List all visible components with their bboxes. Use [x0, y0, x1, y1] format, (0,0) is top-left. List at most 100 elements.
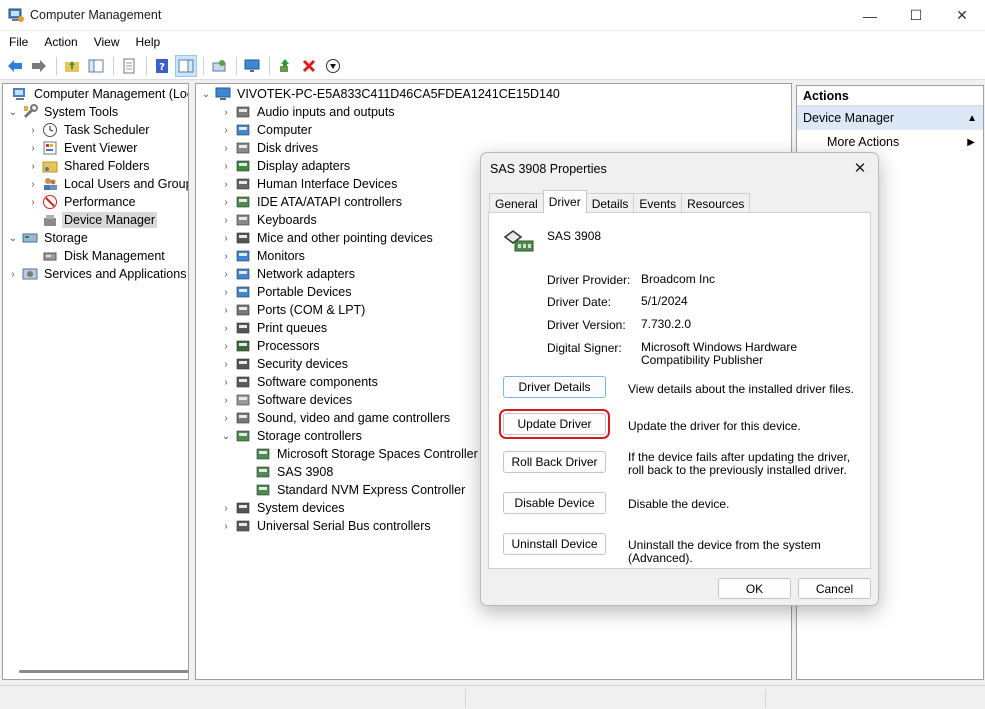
device-category-item[interactable]: › Keyboards	[220, 211, 319, 229]
tab-resources[interactable]: Resources	[681, 193, 751, 213]
menu-file[interactable]: File	[0, 35, 35, 49]
chevron-right-icon[interactable]: ›	[27, 139, 39, 157]
tab-events[interactable]: Events	[633, 193, 683, 213]
uninstall-toolbar-button[interactable]	[298, 55, 320, 77]
storage-controller-item[interactable]: Standard NVM Express Controller	[240, 481, 467, 499]
update-driver-toolbar-button[interactable]	[274, 55, 296, 77]
menu-help[interactable]: Help	[127, 35, 168, 49]
scan-hardware-button[interactable]	[208, 55, 230, 77]
cancel-button[interactable]: Cancel	[798, 578, 871, 599]
device-category-item[interactable]: › System devices	[220, 499, 347, 517]
horizontal-scrollbar[interactable]	[19, 670, 188, 673]
actions-device-manager-section[interactable]: Device Manager ▲	[797, 106, 983, 130]
show-hide-tree-button[interactable]	[85, 55, 107, 77]
update-driver-button[interactable]: Update Driver	[499, 409, 610, 439]
device-category-item[interactable]: › Software components	[220, 373, 380, 391]
device-category-item[interactable]: › Software devices	[220, 391, 354, 409]
forward-button[interactable]	[28, 55, 50, 77]
enable-device-button[interactable]	[322, 55, 344, 77]
tree-performance[interactable]: › Performance	[27, 193, 138, 211]
close-window-button[interactable]: ✕	[939, 0, 985, 31]
tree-system-tools[interactable]: ⌄ System Tools	[7, 103, 120, 121]
tree-disk-management[interactable]: Disk Management	[27, 247, 167, 265]
chevron-right-icon[interactable]: ›	[220, 517, 232, 535]
device-category-item[interactable]: › Computer	[220, 121, 314, 139]
chevron-right-icon[interactable]: ›	[220, 409, 232, 427]
device-category-item[interactable]: › Universal Serial Bus controllers	[220, 517, 433, 535]
device-category-item[interactable]: ⌄ Storage controllers	[220, 427, 364, 445]
chevron-right-icon[interactable]: ›	[27, 193, 39, 211]
chevron-right-icon[interactable]: ›	[220, 103, 232, 121]
chevron-right-icon[interactable]: ›	[220, 301, 232, 319]
uninstall-device-button[interactable]: Uninstall Device	[503, 533, 606, 555]
tree-event-viewer[interactable]: › Event Viewer	[27, 139, 139, 157]
device-category-item[interactable]: › Mice and other pointing devices	[220, 229, 435, 247]
tab-general[interactable]: General	[489, 193, 544, 213]
device-category-item[interactable]: › Ports (COM & LPT)	[220, 301, 367, 319]
chevron-right-icon[interactable]: ›	[220, 139, 232, 157]
roll-back-driver-button[interactable]: Roll Back Driver	[503, 451, 606, 473]
chevron-right-icon[interactable]: ›	[220, 499, 232, 517]
menu-view[interactable]: View	[85, 35, 127, 49]
tree-shared-folders[interactable]: › Shared Folders	[27, 157, 151, 175]
chevron-right-icon[interactable]: ›	[220, 175, 232, 193]
device-category-item[interactable]: › IDE ATA/ATAPI controllers	[220, 193, 404, 211]
menu-action[interactable]: Action	[35, 35, 84, 49]
device-category-item[interactable]: › Print queues	[220, 319, 329, 337]
chevron-right-icon[interactable]: ›	[220, 337, 232, 355]
monitor-button[interactable]	[241, 55, 263, 77]
device-category-item[interactable]: › Portable Devices	[220, 283, 354, 301]
storage-controller-item[interactable]: Microsoft Storage Spaces Controller	[240, 445, 480, 463]
device-category-item[interactable]: › Display adapters	[220, 157, 352, 175]
help-button[interactable]: ?	[151, 55, 173, 77]
chevron-right-icon[interactable]: ›	[220, 157, 232, 175]
chevron-right-icon[interactable]: ›	[220, 373, 232, 391]
chevron-right-icon[interactable]: ›	[27, 121, 39, 139]
tree-services-apps[interactable]: › Services and Applications	[7, 265, 188, 283]
driver-details-button[interactable]: Driver Details	[503, 376, 606, 398]
disable-device-button[interactable]: Disable Device	[503, 492, 606, 514]
chevron-right-icon[interactable]: ›	[220, 211, 232, 229]
tree-storage[interactable]: ⌄ Storage	[7, 229, 90, 247]
chevron-right-icon[interactable]: ›	[220, 319, 232, 337]
chevron-right-icon[interactable]: ›	[220, 355, 232, 373]
up-folder-button[interactable]	[61, 55, 83, 77]
chevron-down-icon[interactable]: ⌄	[7, 103, 19, 121]
chevron-right-icon[interactable]: ›	[220, 247, 232, 265]
chevron-down-icon[interactable]: ⌄	[220, 427, 232, 445]
device-tree-root[interactable]: ⌄ VIVOTEK-PC-E5A833C411D46CA5FDEA1241CE1…	[200, 85, 562, 103]
tree-root[interactable]: Computer Management (Local	[3, 85, 188, 103]
device-category-item[interactable]: › Processors	[220, 337, 322, 355]
device-category-item[interactable]: › Disk drives	[220, 139, 320, 157]
collapse-up-icon[interactable]: ▲	[967, 113, 977, 124]
tab-driver[interactable]: Driver	[542, 190, 587, 213]
show-action-pane-button[interactable]	[175, 55, 197, 77]
chevron-right-icon[interactable]: ›	[220, 283, 232, 301]
chevron-down-icon[interactable]: ⌄	[7, 229, 19, 247]
storage-controller-item[interactable]: SAS 3908	[240, 463, 335, 481]
dialog-close-icon[interactable]: ✕	[850, 158, 870, 178]
device-category-item[interactable]: › Security devices	[220, 355, 350, 373]
tree-device-manager[interactable]: Device Manager	[27, 211, 158, 229]
device-category-item[interactable]: › Sound, video and game controllers	[220, 409, 452, 427]
device-category-item[interactable]: › Network adapters	[220, 265, 357, 283]
back-button[interactable]	[4, 55, 26, 77]
chevron-right-icon[interactable]: ›	[220, 193, 232, 211]
chevron-down-icon[interactable]: ⌄	[200, 85, 212, 103]
ok-button[interactable]: OK	[718, 578, 791, 599]
chevron-right-icon[interactable]: ›	[27, 175, 39, 193]
tab-details[interactable]: Details	[585, 193, 635, 213]
chevron-right-icon[interactable]: ›	[220, 121, 232, 139]
chevron-right-icon[interactable]: ›	[27, 157, 39, 175]
export-list-button[interactable]	[118, 55, 140, 77]
more-actions-item[interactable]: More Actions ▶	[797, 130, 983, 154]
device-category-item[interactable]: › Monitors	[220, 247, 307, 265]
maximize-button[interactable]: ☐	[893, 0, 939, 31]
tree-task-scheduler[interactable]: › Task Scheduler	[27, 121, 151, 139]
device-category-item[interactable]: › Human Interface Devices	[220, 175, 399, 193]
chevron-right-icon[interactable]: ›	[220, 265, 232, 283]
minimize-button[interactable]: —	[847, 0, 893, 31]
chevron-right-icon[interactable]: ›	[220, 391, 232, 409]
chevron-right-icon[interactable]: ›	[220, 229, 232, 247]
tree-local-users[interactable]: › Local Users and Groups	[27, 175, 188, 193]
